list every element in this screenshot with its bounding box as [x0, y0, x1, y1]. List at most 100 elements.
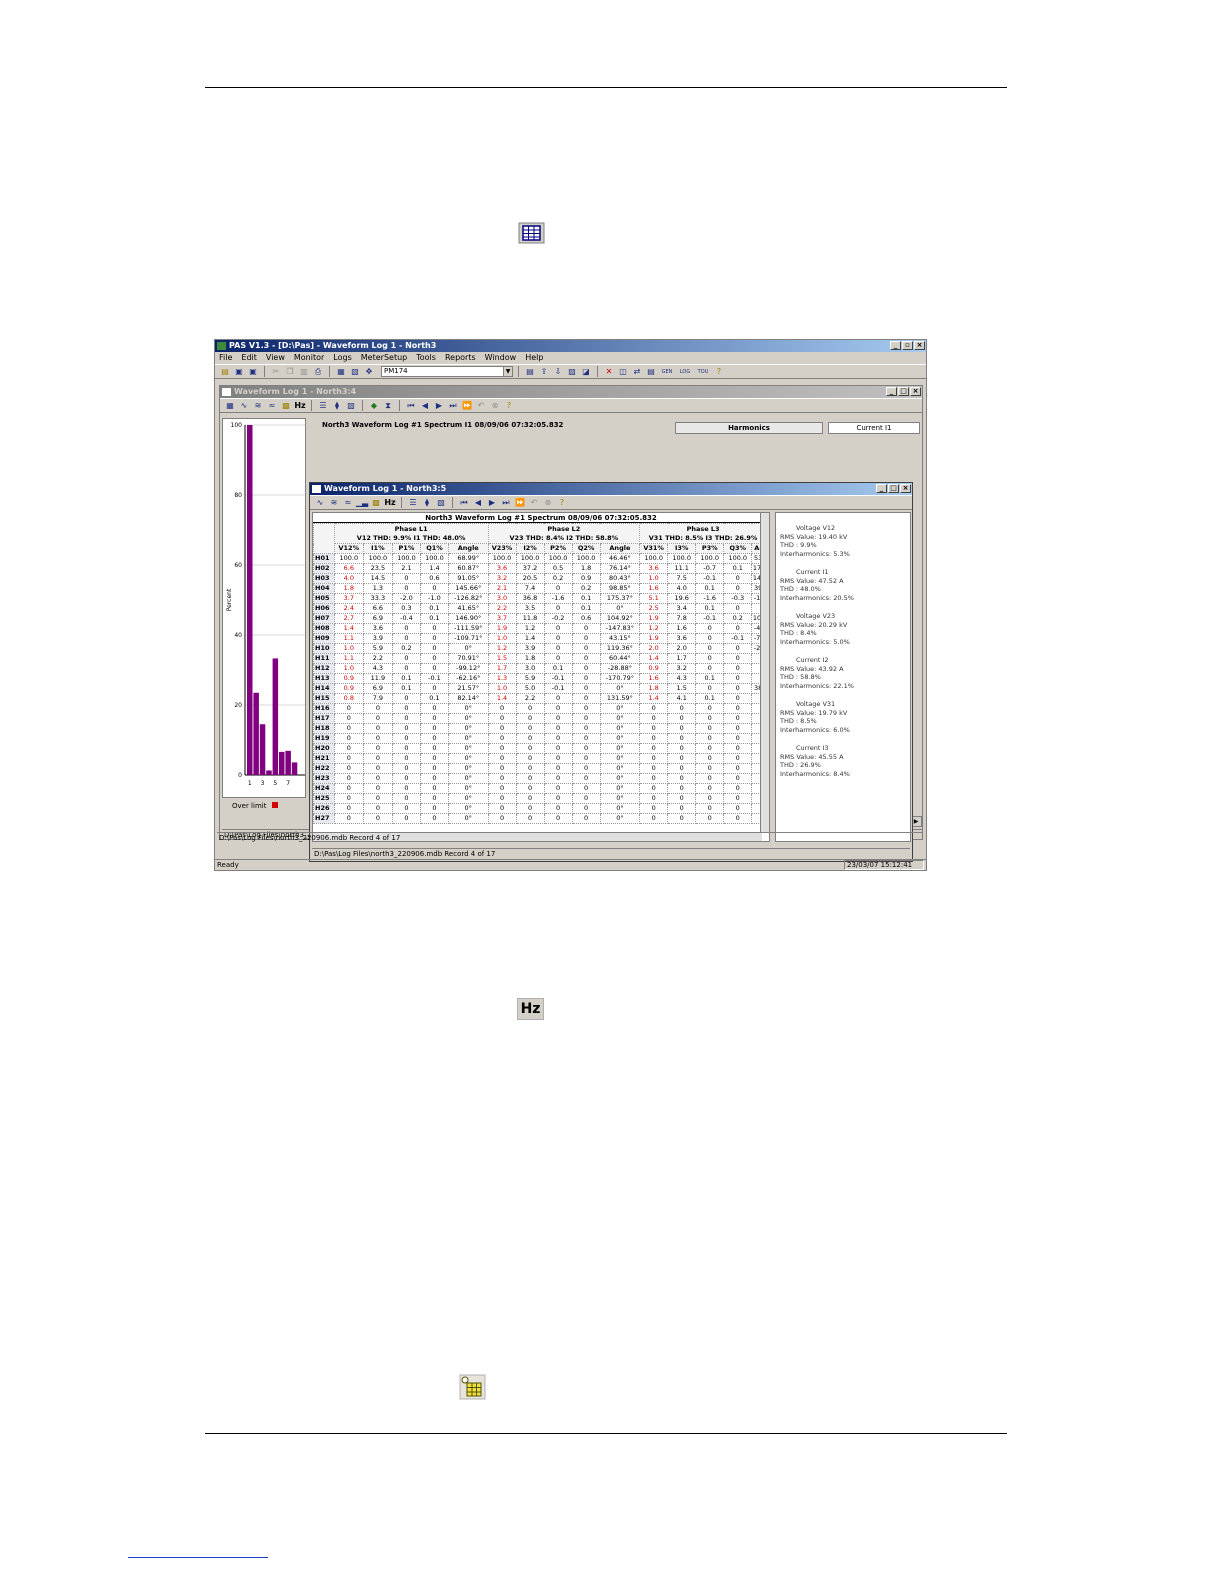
options-icon[interactable]: ▧ — [345, 400, 357, 411]
column-header[interactable]: Angle — [447, 543, 489, 554]
column-header[interactable]: I1% — [362, 543, 393, 554]
chevron-down-icon[interactable]: ▼ — [503, 367, 512, 376]
menu-monitor[interactable]: Monitor — [294, 352, 324, 364]
undo-icon[interactable]: ↶ — [475, 400, 487, 411]
column-header[interactable]: P1% — [391, 543, 421, 554]
save-all-icon[interactable]: ▣ — [247, 366, 259, 377]
menu-window[interactable]: Window — [485, 352, 517, 364]
close-icon[interactable]: × — [910, 387, 921, 396]
column-header[interactable]: I2% — [515, 543, 545, 554]
list-icon[interactable]: ☰ — [407, 497, 419, 508]
help-icon[interactable]: ? — [556, 497, 568, 508]
options-icon[interactable]: ▧ — [435, 497, 447, 508]
last-record-icon[interactable]: ⏭ — [500, 497, 512, 508]
gen-report-icon[interactable]: GEN — [659, 366, 675, 377]
fast-forward-icon[interactable]: ⏩ — [461, 400, 473, 411]
column-header[interactable]: Angle — [599, 543, 641, 554]
menu-view[interactable]: View — [266, 352, 285, 364]
first-record-icon[interactable]: ⏮ — [405, 400, 417, 411]
menu-metersetup[interactable]: MeterSetup — [361, 352, 407, 364]
chart-icon[interactable]: ▨ — [566, 366, 578, 377]
menu-tools[interactable]: Tools — [416, 352, 436, 364]
column-header[interactable]: Q2% — [571, 543, 601, 554]
upload-icon[interactable]: ⇪ — [538, 366, 550, 377]
first-record-icon[interactable]: ⏮ — [458, 497, 470, 508]
next-record-icon[interactable]: ▶ — [433, 400, 445, 411]
win-b-titlebar[interactable]: Waveform Log 1 - North3:5 _ □ × — [310, 483, 912, 495]
connect-icon[interactable]: ✥ — [363, 366, 375, 377]
marker-icon[interactable]: ⧫ — [421, 497, 433, 508]
paste-icon[interactable]: ▥ — [298, 366, 310, 377]
channels-icon[interactable]: ▩ — [370, 497, 382, 508]
delete-icon[interactable]: ✕ — [603, 366, 615, 377]
open-icon[interactable]: ▤ — [219, 366, 231, 377]
minimize-icon[interactable]: _ — [876, 484, 887, 493]
column-header[interactable]: V31% — [639, 543, 669, 554]
data-monitor-icon[interactable]: ▤ — [524, 366, 536, 377]
help-icon[interactable]: ? — [713, 366, 725, 377]
waveform-icon[interactable]: ∿ — [314, 497, 326, 508]
copy-icon[interactable]: ❐ — [284, 366, 296, 377]
column-header[interactable]: V12% — [333, 543, 364, 554]
next-record-icon[interactable]: ▶ — [486, 497, 498, 508]
tou-report-icon[interactable]: TOU — [695, 366, 711, 377]
minimize-icon[interactable]: _ — [886, 387, 897, 396]
channels-icon[interactable]: ▩ — [280, 400, 292, 411]
sync-icon[interactable]: ◆ — [368, 400, 380, 411]
hz-button[interactable]: Hz — [384, 497, 396, 508]
list-icon[interactable]: ☰ — [317, 400, 329, 411]
table-cell: 0 — [695, 653, 725, 664]
cut-icon[interactable]: ✂ — [270, 366, 282, 377]
cancel-icon[interactable]: ⊗ — [542, 497, 554, 508]
cancel-icon[interactable]: ⊗ — [489, 400, 501, 411]
column-header[interactable]: P2% — [543, 543, 573, 554]
last-record-icon[interactable]: ⏭ — [447, 400, 459, 411]
download-icon[interactable]: ⇩ — [552, 366, 564, 377]
table-view-icon[interactable]: ▦ — [224, 400, 236, 411]
menu-file[interactable]: File — [219, 352, 232, 364]
close-icon[interactable]: × — [900, 484, 911, 493]
minimize-icon[interactable]: _ — [890, 341, 901, 350]
grid-vscroll[interactable] — [760, 513, 769, 833]
help-icon[interactable]: ? — [503, 400, 515, 411]
maximize-icon[interactable]: □ — [898, 387, 909, 396]
preview-icon[interactable]: ▦ — [335, 366, 347, 377]
column-header[interactable]: V23% — [487, 543, 517, 554]
overlay-icon[interactable]: ≋ — [252, 400, 264, 411]
report-icon[interactable]: ▤ — [645, 366, 657, 377]
maximize-icon[interactable]: □ — [888, 484, 899, 493]
menu-edit[interactable]: Edit — [241, 352, 257, 364]
trend-icon[interactable]: ◪ — [580, 366, 592, 377]
hourglass-icon[interactable]: ⧗ — [382, 400, 394, 411]
marker-icon[interactable]: ⧫ — [331, 400, 343, 411]
table-cell: 1.8 — [639, 683, 669, 694]
properties-icon[interactable]: ▧ — [349, 366, 361, 377]
hz-button[interactable]: Hz — [294, 400, 306, 411]
stop-icon[interactable]: ◫ — [617, 366, 629, 377]
undo-icon[interactable]: ↶ — [528, 497, 540, 508]
column-header[interactable]: I3% — [667, 543, 697, 554]
bar-chart-icon[interactable]: ▁▃ — [356, 497, 368, 508]
column-header[interactable]: Q1% — [419, 543, 449, 554]
log-report-icon[interactable]: LOG — [677, 366, 693, 377]
menu-reports[interactable]: Reports — [445, 352, 476, 364]
print-icon[interactable]: ⎙ — [312, 366, 324, 377]
app-titlebar[interactable]: PAS V1.3 - [D:\Pas] - Waveform Log 1 - N… — [215, 340, 926, 352]
save-icon[interactable]: ▣ — [233, 366, 245, 377]
column-header[interactable]: P3% — [695, 543, 725, 554]
close-icon[interactable]: × — [914, 341, 925, 350]
transfer-icon[interactable]: ⇄ — [631, 366, 643, 377]
restore-icon[interactable]: ▫ — [902, 341, 913, 350]
rms-icon[interactable]: ≈ — [266, 400, 278, 411]
menu-help[interactable]: Help — [525, 352, 543, 364]
prev-record-icon[interactable]: ◀ — [472, 497, 484, 508]
column-header[interactable]: Q3% — [723, 543, 753, 554]
rms-icon[interactable]: ≈ — [342, 497, 354, 508]
win-a-titlebar[interactable]: Waveform Log 1 - North3:4 _ □ × — [220, 386, 922, 398]
fast-forward-icon[interactable]: ⏩ — [514, 497, 526, 508]
waveform-icon[interactable]: ∿ — [238, 400, 250, 411]
prev-record-icon[interactable]: ◀ — [419, 400, 431, 411]
menu-logs[interactable]: Logs — [333, 352, 351, 364]
overlay-icon[interactable]: ≋ — [328, 497, 340, 508]
device-select[interactable]: PM174 ▼ — [381, 366, 513, 377]
